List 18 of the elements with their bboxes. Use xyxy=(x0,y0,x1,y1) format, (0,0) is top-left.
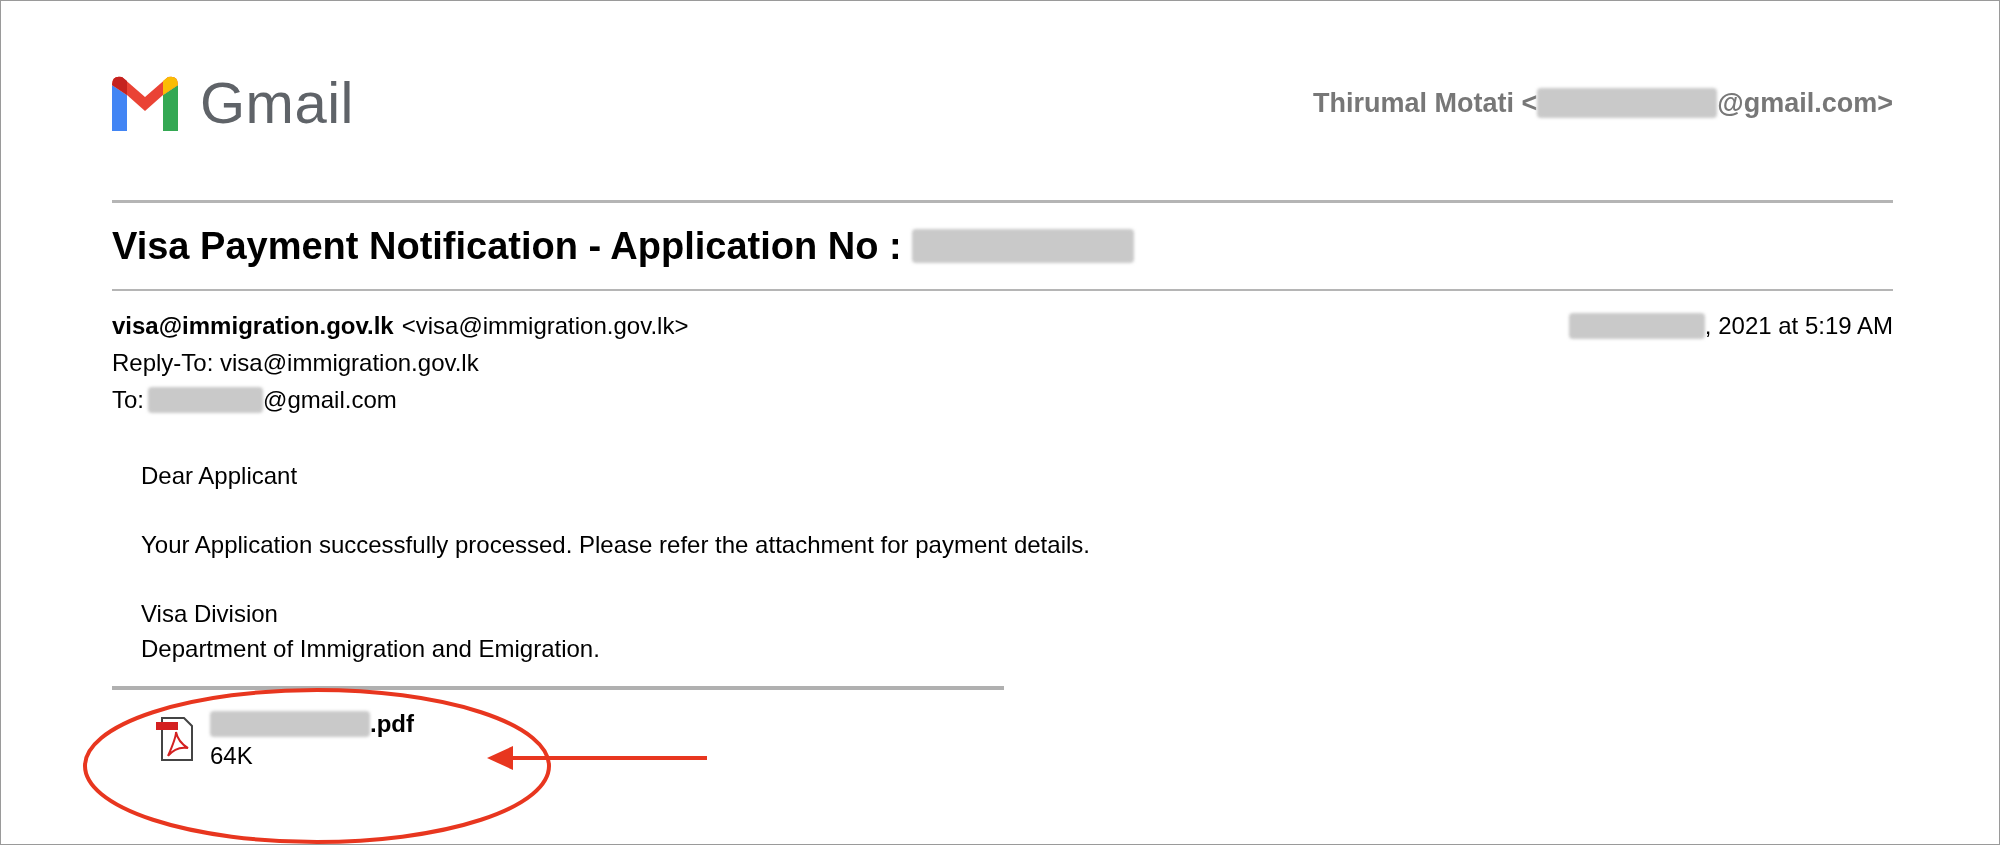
body-text: Dear Applicant xyxy=(141,461,299,491)
gmail-logo-icon xyxy=(112,75,178,131)
to-label: To: xyxy=(112,385,144,415)
account-name: Thirumal Motati < xyxy=(1313,86,1538,120)
pdf-file-icon xyxy=(154,716,194,762)
attachment-extension[interactable]: .pdf xyxy=(370,708,414,740)
body-text: Visa Division xyxy=(141,599,279,629)
gmail-logo-text: Gmail xyxy=(200,74,354,132)
account-email-domain: @gmail.com> xyxy=(1717,86,1893,120)
body-text: Your Application successfully processed. Please refer the attachment for payment details. xyxy=(141,530,1091,560)
sender-address: visa@immigration.gov.lk xyxy=(112,311,394,341)
sender-display: <visa@immigration.gov.lk> xyxy=(401,311,689,341)
sent-date: , 2021 at 5:19 AM xyxy=(1704,311,1893,341)
body-text: Department of Immigration and Emigration. xyxy=(141,634,601,664)
reply-to-line: Reply-To: visa@immigration.gov.lk xyxy=(112,349,479,376)
attachment-size: 64K xyxy=(210,741,254,771)
recipient-domain: @gmail.com xyxy=(263,385,397,415)
email-subject: Visa Payment Notification - Application No : xyxy=(112,227,902,265)
